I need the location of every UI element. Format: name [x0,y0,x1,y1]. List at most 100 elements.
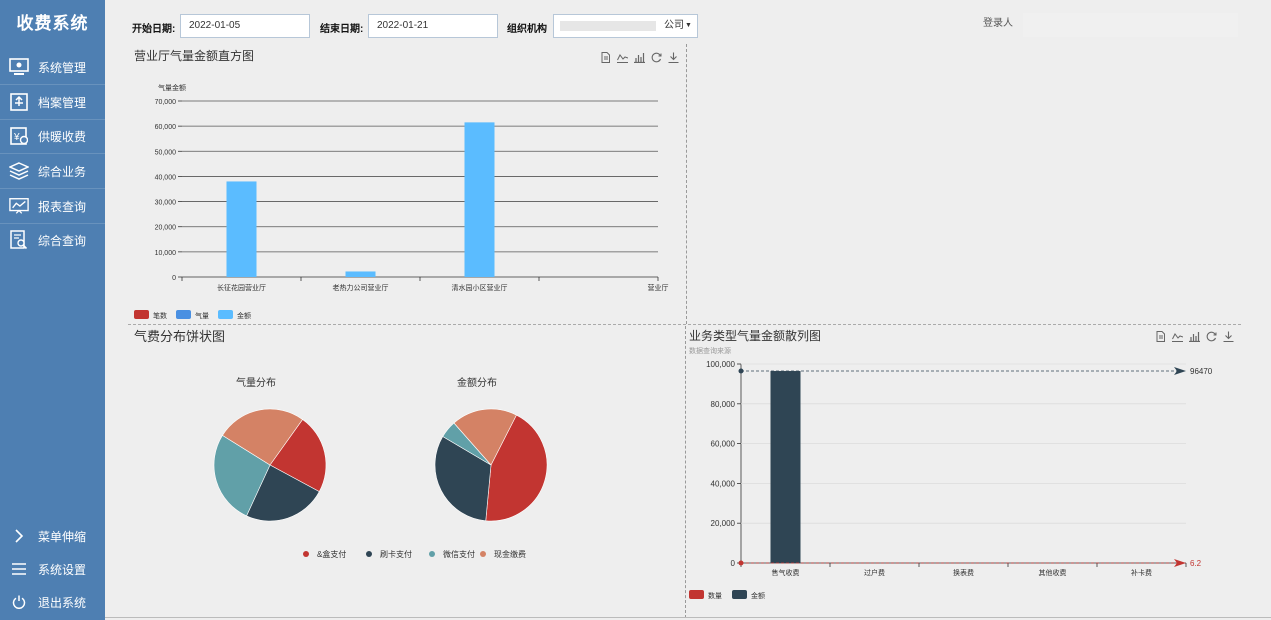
y-tick-label: 0 [731,559,736,568]
x-tick-label: 营业厅 [648,283,669,292]
sidebar-item-collapse-menu[interactable]: 菜单伸缩 [0,519,105,553]
sidebar-item-label: 系统设置 [38,562,87,577]
sidebar-item-label: 综合业务 [38,164,87,179]
pie-title: 气量分布 [236,376,276,389]
pie-charts: 气量分布 金额分布&盒支付 刷卡支付 微信支付 现金缴费 [213,376,548,559]
org-select-value: 公司 [664,20,684,31]
y-tick-label: 40,000 [155,174,177,181]
monitor-icon [9,57,29,77]
histogram-toolbox [600,50,679,64]
sidebar-item-integrated-business[interactable]: 综合业务 [0,154,105,189]
panel-divider-vertical-top [686,44,687,324]
pie-title: 金额分布 [457,376,497,389]
y-tick-label: 10,000 [155,250,177,257]
y-tick-label: 20,000 [155,225,177,232]
legend-dot [366,551,372,557]
legend-label: 现金缴费 [494,549,526,559]
download-icon[interactable] [668,50,679,64]
legend-label: 金额 [751,591,765,600]
sidebar-item-report-query[interactable]: 报表查询 [0,189,105,224]
sidebar-item-system-management[interactable]: 系统管理 [0,50,105,85]
scatter-chart: 数据查询来源 0 20,000 40,000 60,000 80,000 100,000 售气… [689,346,1213,600]
bar-chart-icon[interactable] [634,50,645,64]
chevron-right-icon [9,526,29,546]
data-view-icon[interactable] [600,50,611,63]
y-tick-label: 70,000 [155,99,177,106]
y-tick-label: 80,000 [711,400,736,409]
legend-dot [480,551,486,557]
sidebar-item-heating-billing[interactable]: ¥ 供暖收费 [0,119,105,154]
download-icon[interactable] [1223,329,1234,343]
org-label: 组织机构 [507,24,547,35]
bar-amount [770,371,801,563]
legend-label: 笔数 [153,311,167,320]
legend-label: 数量 [708,591,722,600]
sidebar-item-label: 供暖收费 [38,129,87,144]
bar-amount [345,271,376,277]
y-tick-label: 100,000 [706,360,735,369]
data-view-icon[interactable] [1155,329,1166,342]
x-tick-label: 长征花园营业厅 [217,283,266,292]
x-tick-label: 老热力公司营业厅 [333,283,389,292]
start-date-label: 开始日期: [132,24,176,35]
legend-swatch [176,310,191,319]
y-axis-label: 气量金额 [158,83,186,92]
x-tick-label: 售气收费 [772,568,800,577]
legend-label: 刷卡支付 [380,549,412,559]
archive-icon [9,92,29,112]
line-chart-icon[interactable] [1172,329,1184,342]
legend-label: 微信支付 [443,549,475,559]
blurred-org-name [560,21,656,31]
bar-amount [464,122,495,277]
sidebar-item-label: 退出系统 [38,595,87,610]
refresh-icon[interactable] [651,50,662,63]
end-date-label: 结束日期: [320,24,364,35]
line-chart-icon[interactable] [617,50,629,63]
legend-label: 气量 [195,311,209,320]
x-tick-label: 补卡费 [1131,568,1152,577]
sidebar-item-integrated-query[interactable]: 综合查询 [0,223,105,257]
sidebar-item-label: 报表查询 [38,199,87,214]
end-date-input[interactable]: 2022-01-21 [368,14,498,38]
sidebar-item-exit-system[interactable]: 退出系统 [0,585,105,619]
refresh-icon[interactable] [1206,329,1217,342]
sidebar-item-label: 菜单伸缩 [38,529,87,544]
blurred-user-info [1023,13,1238,37]
legend-label: 金额 [237,311,251,320]
y-tick-label: 50,000 [155,149,177,156]
filter-bar: 开始日期: 2022-01-05 结束日期: 2022-01-21 组织机构 公… [105,0,1271,44]
org-select[interactable]: 公司 ▼ [553,14,698,38]
max-markline-arrow [1174,367,1186,376]
chart-subtitle: 数据查询来源 [689,346,731,355]
legend-swatch [732,590,747,599]
legend-swatch [689,590,704,599]
legend-dot [429,551,435,557]
sidebar-item-label: 系统管理 [38,60,87,75]
legend-swatch [134,310,149,319]
legend-label: &盒支付 [317,549,346,559]
sidebar: 收费系统 系统管理 档案管理 ¥ 供暖收费 综合业务 报表查询 综合查询 菜单伸… [0,0,105,620]
y-tick-label: 30,000 [155,200,177,207]
max-markline-label: 96470 [1190,367,1213,376]
search-document-icon [9,230,29,250]
bottom-border [105,617,1271,618]
legend-dot [303,551,309,557]
x-tick-label: 过户费 [864,568,885,577]
bar-chart-icon[interactable] [1189,329,1200,343]
qty-markline-start [738,560,744,566]
x-tick-label: 换表费 [953,568,974,577]
login-user-label: 登录人 [983,18,1013,29]
sidebar-item-system-settings[interactable]: 系统设置 [0,552,105,586]
pie-panel-title: 气费分布饼状图 [134,329,226,344]
x-tick-label: 清水园小区营业厅 [452,283,508,292]
power-icon [9,592,29,612]
y-tick-label: 0 [172,275,176,282]
sidebar-item-archive-management[interactable]: 档案管理 [0,85,105,120]
menu-lines-icon [9,559,29,579]
report-chart-icon [9,196,29,216]
start-date-input[interactable]: 2022-01-05 [180,14,310,38]
billing-icon: ¥ [9,126,29,146]
app-title: 收费系统 [16,14,89,33]
y-tick-label: 60,000 [155,124,177,131]
legend-swatch [218,310,233,319]
